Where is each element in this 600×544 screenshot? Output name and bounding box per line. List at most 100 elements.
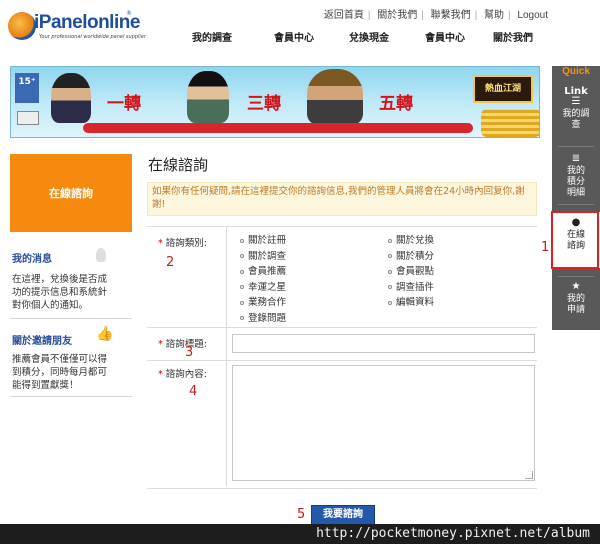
category-option[interactable]: 業務合作 <box>240 294 286 310</box>
game-logo: 熱血江湖 <box>473 75 533 103</box>
option-label: 業務合作 <box>248 297 287 308</box>
subject-input[interactable] <box>232 334 535 353</box>
lightbulb-icon <box>96 248 106 262</box>
content-label-text: 諮詢內容: <box>165 369 207 380</box>
banner-text-3: 五轉 <box>379 94 413 113</box>
top-link-help[interactable]: 幫助 <box>484 10 504 21</box>
option-label: 幸運之星 <box>248 281 287 293</box>
annotation-4: 4 <box>189 384 198 399</box>
quick-item-my-survey[interactable]: Link ☰ 我的調查 <box>552 86 600 131</box>
invite-friends-text: 推薦會員不僅僅可以得到積分，同時每月都可能得到置獻獎！ <box>12 354 108 391</box>
category-label: * 諮詢類別: <box>158 235 207 249</box>
category-option[interactable]: 調查插件 <box>388 279 434 295</box>
top-link-logout[interactable]: Logout <box>517 10 548 21</box>
page-title: 在線諮詢 <box>148 156 209 174</box>
divider <box>558 204 594 205</box>
quick-item-label: 我的調查 <box>562 109 590 130</box>
resize-handle[interactable] <box>525 471 533 479</box>
database-icon: ≣ <box>571 153 581 164</box>
rating-icon <box>17 111 39 125</box>
option-label: 關於註冊 <box>248 235 287 246</box>
invite-friends-title[interactable]: 關於邀請朋友 <box>12 332 72 347</box>
divider <box>558 276 594 277</box>
category-option[interactable]: 關於積分 <box>388 248 434 264</box>
star-icon: ★ <box>571 281 581 292</box>
online-consult-button[interactable]: 在線諮詢 <box>10 154 132 232</box>
category-option[interactable]: 幸運之星 <box>240 279 286 295</box>
divider <box>147 488 537 489</box>
top-link-contact[interactable]: 聯繫我們 <box>431 10 471 21</box>
footer-url: http://pocketmoney.pixnet.net/album <box>0 524 600 544</box>
subject-label: * 諮詢標題: <box>158 336 207 350</box>
annotation-1: 1 <box>541 240 550 255</box>
nav-my-survey[interactable]: 我的調查 <box>192 29 232 44</box>
category-option[interactable]: 會員觀點 <box>388 263 434 279</box>
banner-text-2: 三轉 <box>247 94 281 113</box>
logo-globe-icon <box>8 12 36 40</box>
submit-button[interactable]: 我要諮詢 <box>311 505 375 525</box>
category-label-text: 諮詢類別: <box>165 238 207 249</box>
quick-item-points[interactable]: ≣ 我的積分明細 <box>552 154 600 199</box>
thumbs-up-icon: 👍 <box>96 326 114 342</box>
nav-redeem-cash[interactable]: 兌換現金 <box>349 29 389 44</box>
category-option[interactable]: 關於註冊 <box>240 232 286 248</box>
character-image-3 <box>307 69 363 125</box>
option-label: 關於調查 <box>248 250 287 262</box>
category-options-left: 關於註冊 關於調查 會員推薦 幸運之星 業務合作 登錄問題 <box>240 232 286 325</box>
option-label: 關於兌換 <box>396 235 435 246</box>
divider <box>10 318 132 319</box>
category-options-right: 關於兌換 關於積分 會員觀點 調查插件 編輯資料 <box>388 232 434 310</box>
nav-about-us[interactable]: 關於我們 <box>493 29 533 44</box>
category-option[interactable]: 登錄問題 <box>240 310 286 326</box>
category-option[interactable]: 關於調查 <box>240 248 286 264</box>
character-image-1 <box>51 73 91 123</box>
quick-link-sidebar: Quick Link ☰ 我的調查 ≣ 我的積分明細 ● 在線諮詢 ★ 我的申請 <box>552 66 600 330</box>
banner-text-1: 一轉 <box>107 94 141 113</box>
annotation-3: 3 <box>185 345 194 360</box>
logo-text: iPanelonline <box>34 12 140 33</box>
nav-member-center[interactable]: 會員中心 <box>274 29 314 44</box>
option-label: 關於積分 <box>396 250 435 262</box>
list-icon: ☰ <box>571 96 581 107</box>
divider <box>147 360 537 361</box>
character-image-2 <box>187 71 229 123</box>
logo[interactable]: iPanelonline ® Your professional worldwi… <box>8 10 148 44</box>
quick-title: Quick <box>562 66 590 77</box>
quick-item-my-application[interactable]: ★ 我的申請 <box>552 282 600 316</box>
content-label: * 諮詢內容: <box>158 366 207 380</box>
required-mark: * <box>158 339 163 350</box>
top-link-home[interactable]: 返回首頁 <box>324 10 364 21</box>
quick-item-label: 我的申請 <box>566 294 585 315</box>
category-option[interactable]: 關於兌換 <box>388 232 434 248</box>
option-label: 調查插件 <box>396 281 435 293</box>
quick-item-label: 我的積分明細 <box>566 166 585 198</box>
coins-image <box>481 109 539 137</box>
divider <box>10 396 132 397</box>
logo-reg: ® <box>126 10 132 17</box>
divider <box>147 226 537 227</box>
option-label: 會員推薦 <box>248 266 287 277</box>
option-label: 編輯資料 <box>396 297 435 308</box>
my-messages-title[interactable]: 我的消息 <box>12 250 52 265</box>
logo-tagline: Your professional worldwide panel suppli… <box>39 34 146 40</box>
nav-member-center-2[interactable]: 會員中心 <box>425 29 465 44</box>
category-option[interactable]: 會員推薦 <box>240 263 286 279</box>
category-option[interactable]: 編輯資料 <box>388 294 434 310</box>
age-rating-badge: 15⁺ <box>15 73 39 103</box>
highlight-box <box>551 211 599 269</box>
option-label: 會員觀點 <box>396 266 435 277</box>
required-mark: * <box>158 238 163 249</box>
top-link-about[interactable]: 關於我們 <box>377 10 417 21</box>
content-textarea[interactable] <box>232 365 535 481</box>
notice-box: 如果你有任何疑問,請在這裡提交你的諮詢信息,我們的管理人員將會在24小時內回复你… <box>147 182 537 216</box>
top-links: 返回首頁 | 關於我們 | 聯繫我們 | 幫助 | Logout <box>323 10 548 21</box>
divider <box>558 146 594 147</box>
option-label: 登錄問題 <box>248 312 287 324</box>
annotation-2: 2 <box>166 255 175 270</box>
banner-red-bar <box>83 123 473 133</box>
annotation-5: 5 <box>297 507 306 522</box>
required-mark: * <box>158 369 163 380</box>
divider <box>226 226 227 486</box>
ad-banner[interactable]: 15⁺ 一轉 三轉 五轉 熱血江湖 <box>10 66 540 138</box>
my-messages-text: 在這裡，兌換後是否成功的提示信息和系統針對你個人的通知。 <box>12 274 108 311</box>
